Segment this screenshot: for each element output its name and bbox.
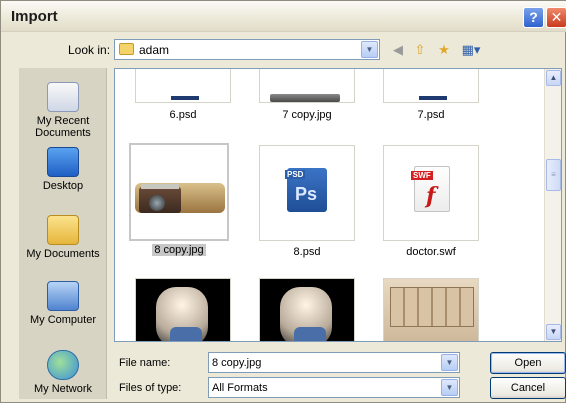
place-label: My Documents <box>26 248 100 260</box>
file-name: 6.psd <box>169 109 197 121</box>
back-icon[interactable]: ◀ <box>389 41 407 59</box>
file-list[interactable]: 6.psd 7 copy.jpg 7.psd 8 copy.jpg PSD Ps… <box>114 68 562 342</box>
look-in-label: Look in: <box>68 43 111 57</box>
file-name-input[interactable]: 8 copy.jpg ▼ <box>208 352 460 373</box>
import-dialog: Import ? ✕ Look in: adam ▼ ◀ ⇧ ★ ▦▾ My R… <box>0 0 566 403</box>
places-bar: My Recent Documents Desktop My Documents… <box>19 68 107 399</box>
place-my-recent-documents[interactable]: My Recent Documents <box>19 82 107 139</box>
file-name: doctor.swf <box>406 246 456 258</box>
look-in-dropdown[interactable]: adam ▼ <box>114 39 380 60</box>
views-menu-icon[interactable]: ▦▾ <box>459 41 483 59</box>
file-type-label: Files of type: <box>119 382 182 394</box>
flash-file-icon: SWF f <box>411 166 450 212</box>
file-name: 8 copy.jpg <box>152 244 206 256</box>
file-type-dropdown[interactable]: All Formats ▼ <box>208 377 460 398</box>
file-thumbnail <box>383 278 479 341</box>
cancel-button[interactable]: Cancel <box>490 377 566 399</box>
vertical-scrollbar[interactable]: ▲ ≡ ▼ <box>544 69 561 341</box>
file-thumbnail: SWF f <box>383 145 479 241</box>
my-computer-icon <box>47 281 79 311</box>
file-name: 7 copy.jpg <box>282 109 332 121</box>
file-thumbnail <box>259 278 355 341</box>
chevron-down-icon[interactable]: ▼ <box>441 354 458 371</box>
place-label: Desktop <box>42 180 84 192</box>
help-button[interactable]: ? <box>523 7 544 28</box>
place-my-documents[interactable]: My Documents <box>19 215 107 260</box>
chevron-down-icon[interactable]: ▼ <box>361 41 378 58</box>
file-type-value: All Formats <box>212 382 268 394</box>
file-thumbnail <box>135 278 231 341</box>
up-folder-icon[interactable]: ⇧ <box>411 41 429 59</box>
window-title: Import <box>11 8 58 25</box>
my-network-icon <box>47 350 79 380</box>
file-name: 8.psd <box>293 246 321 258</box>
file-name: 7.psd <box>417 109 445 121</box>
photoshop-file-icon: PSD Ps <box>285 168 327 212</box>
file-thumbnail: PSD Ps <box>259 145 355 241</box>
chevron-down-icon[interactable]: ▼ <box>441 379 458 396</box>
place-desktop[interactable]: Desktop <box>19 147 107 192</box>
scroll-down-button[interactable]: ▼ <box>546 324 561 340</box>
file-thumbnail <box>259 69 355 103</box>
file-name-label: File name: <box>119 357 171 369</box>
close-button[interactable]: ✕ <box>546 7 566 28</box>
file-name-value: 8 copy.jpg <box>212 357 262 369</box>
new-folder-icon[interactable]: ★ <box>435 41 453 59</box>
file-thumbnail <box>383 69 479 103</box>
folder-icon <box>119 43 134 55</box>
place-label: My Network <box>33 383 93 395</box>
file-thumbnail <box>129 143 229 241</box>
desktop-icon <box>47 147 79 177</box>
place-my-network[interactable]: My Network <box>19 350 107 395</box>
place-label: My Recent Documents <box>35 115 91 139</box>
place-label: My Computer <box>29 314 97 326</box>
place-my-computer[interactable]: My Computer <box>19 281 107 326</box>
title-bar[interactable]: Import ? ✕ <box>1 1 566 32</box>
recent-documents-icon <box>47 82 79 112</box>
open-button[interactable]: Open <box>490 352 566 374</box>
scrollbar-thumb[interactable]: ≡ <box>546 159 561 191</box>
file-thumbnail <box>135 69 231 103</box>
my-documents-icon <box>47 215 79 245</box>
scroll-up-button[interactable]: ▲ <box>546 70 561 86</box>
look-in-value: adam <box>139 43 170 57</box>
